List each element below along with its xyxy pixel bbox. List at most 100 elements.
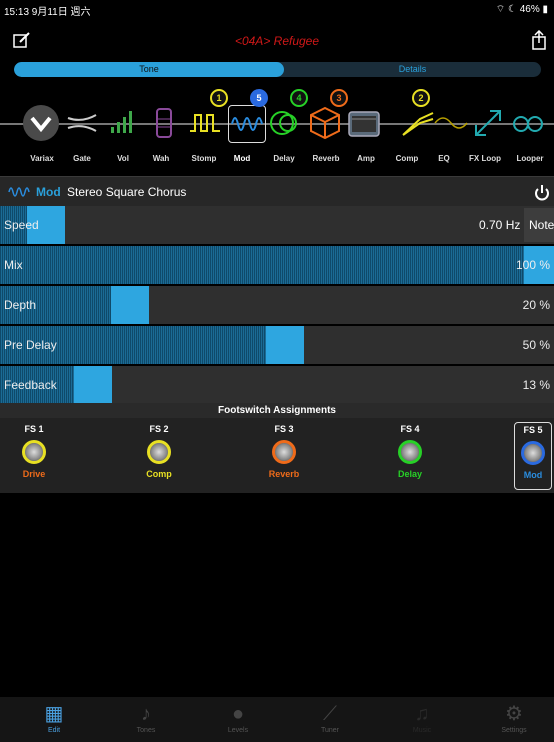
nav-settings[interactable]: ⚙ Settings [484,701,544,734]
badge-comp: 2 [412,89,430,107]
param-value: 0.70 Hz [479,218,521,232]
param-slider-handle[interactable] [266,326,304,364]
nav-tones[interactable]: ♪ Tones [116,701,176,734]
footswitch-area: FS 1 Drive FS 2 Comp FS 3 Reverb FS 4 De… [0,418,554,493]
note-sync-button[interactable]: Note [524,208,554,242]
nav-tuner[interactable]: ⟋ Tuner [300,701,360,734]
footswitch-3[interactable]: FS 3 Reverb [260,424,308,488]
nav-label: Tuner [320,727,340,734]
badge-mod: 5 [250,89,268,107]
footswitch-id: FS 2 [149,424,169,434]
block-stomp[interactable] [187,105,223,141]
stomp-icon [190,114,220,132]
nav-label: Tones [136,727,156,734]
fx-loop-icon [475,110,501,136]
tuner-icon: ⟋ [323,703,337,725]
mod-wave-icon [231,117,263,131]
footswitch-assignment: Comp [146,469,172,479]
block-delay[interactable] [268,105,304,141]
block-wah[interactable] [146,105,182,141]
nav-label: Settings [501,727,527,734]
block-amp[interactable] [346,105,382,141]
footswitch-assignment: Mod [523,470,543,480]
nav-label: Edit [47,727,61,734]
block-looper[interactable] [510,105,546,141]
bottom-nav: ▦ Edit ♪ Tones ● Levels ⟋ Tuner ♫ Music … [0,697,554,742]
param-row-pre-delay[interactable]: Pre Delay 50 % [0,326,554,366]
edit-grid-icon: ▦ [44,703,64,725]
footswitch-led-icon [398,440,422,464]
param-row-depth[interactable]: Depth 20 % [0,286,554,326]
share-icon[interactable] [530,30,548,50]
block-mod[interactable] [228,105,266,143]
module-type: Mod [36,185,61,199]
footswitch-1[interactable]: FS 1 Drive [10,424,58,488]
variax-icon [30,116,52,133]
tab-tone[interactable]: Tone [14,62,284,77]
module-header: Mod Stereo Square Chorus [0,176,554,207]
footswitch-led-icon [22,440,46,464]
param-row-speed[interactable]: Speed 0.70 Hz Note [0,206,554,246]
param-name: Mix [4,258,23,272]
power-icon[interactable] [534,183,550,201]
label-looper: Looper [516,154,544,163]
param-fill [0,246,524,284]
status-time: 15:13 9月11日 週六 [4,7,91,18]
footswitch-id: FS 4 [400,424,420,434]
footswitch-assignment: Drive [22,469,46,479]
footswitch-id: FS 1 [24,424,44,434]
label-fx-loop: FX Loop [469,154,501,163]
wah-icon [156,108,172,138]
block-fx-loop[interactable] [470,105,506,141]
footswitch-4[interactable]: FS 4 Delay [386,424,434,488]
footswitch-2[interactable]: FS 2 Comp [135,424,183,488]
badge-delay: 4 [290,89,308,107]
badge-stomp: 1 [210,89,228,107]
nav-music[interactable]: ♫ Music [392,701,452,734]
tab-bar: Tone Details [14,62,541,77]
note-label: Note [529,218,554,232]
nav-edit[interactable]: ▦ Edit [24,701,84,734]
param-slider-handle[interactable] [111,286,149,324]
block-comp[interactable] [400,105,436,141]
levels-knob-icon: ● [231,703,245,725]
param-name: Pre Delay [4,338,57,352]
nav-levels[interactable]: ● Levels [208,701,268,734]
footswitch-led-icon [521,441,545,465]
param-value: 20 % [522,298,550,312]
volume-icon [111,111,132,133]
gear-icon: ⚙ [505,703,523,725]
footswitch-header: Footswitch Assignments [0,403,554,418]
param-name: Feedback [4,378,57,392]
comp-icon [402,112,434,136]
param-value: 50 % [522,338,550,352]
module-model-name[interactable]: Stereo Square Chorus [67,185,186,199]
footswitch-5[interactable]: FS 5 Mod [514,422,552,490]
footswitch-led-icon [147,440,171,464]
block-reverb[interactable] [307,105,343,141]
block-gate[interactable] [64,105,100,141]
param-slider-handle[interactable] [74,366,112,404]
reverb-cube-icon [310,106,340,140]
param-name: Depth [4,298,37,312]
amp-icon [348,111,380,137]
music-icon: ♫ [414,703,430,725]
gate-icon [67,114,97,132]
param-row-mix[interactable]: Mix 100 % [0,246,554,286]
block-vol[interactable] [105,105,141,141]
nav-label: Levels [227,727,249,734]
eq-icon [434,117,468,129]
status-bar: 15:13 9月11日 週六 ⌔ ☾ 46% ▮ [0,0,554,18]
signal-chain-strip: 1 5 4 3 2 Variax Gate Vol Wah Stomp Mod … [0,86,554,174]
block-eq[interactable] [433,105,469,141]
delay-icon [270,111,297,135]
param-row-feedback[interactable]: Feedback 13 % [0,366,554,406]
block-variax[interactable] [23,105,59,141]
footswitch-led-icon [272,440,296,464]
param-value: 13 % [522,378,550,392]
footswitch-id: FS 3 [274,424,294,434]
tab-details[interactable]: Details [284,62,541,77]
status-icons: ⌔ ☾ 46% ▮ [495,4,548,15]
preset-title[interactable]: <04A> Refugee [0,34,554,48]
footswitch-id: FS 5 [523,425,543,435]
